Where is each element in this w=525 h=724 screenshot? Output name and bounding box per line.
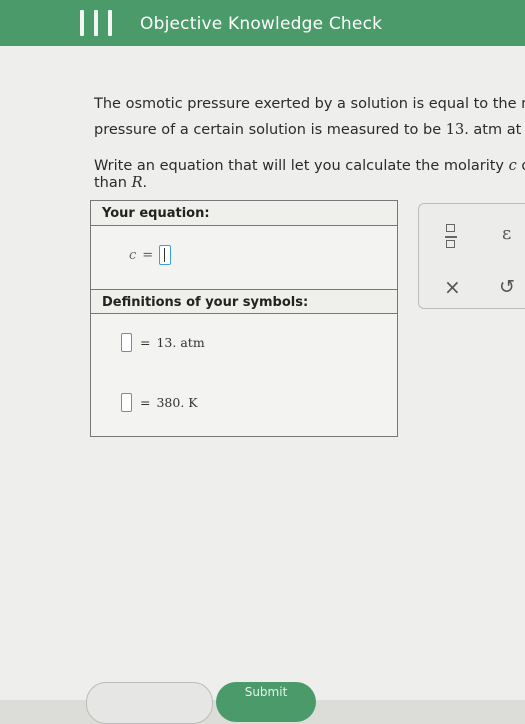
question-line-1: The osmotic pressure exerted by a soluti… <box>94 96 525 112</box>
definition-symbol-input[interactable] <box>121 393 132 412</box>
question-line-3: Write an equation that will let you calc… <box>94 158 525 174</box>
question-text: Write an equation that will let you calc… <box>94 158 509 174</box>
gas-constant-symbol: R <box>131 175 143 191</box>
equation-lhs: c <box>129 247 137 263</box>
clear-button[interactable]: × <box>444 275 461 299</box>
fraction-icon[interactable] <box>445 224 457 250</box>
question-line-4: than R. <box>94 175 147 191</box>
definition-value: 380. K <box>156 395 198 410</box>
question-text: atm at ar <box>473 122 525 138</box>
definition-row: = 13. atm <box>121 333 205 352</box>
top-bar: Objective Knowledge Check <box>0 0 525 46</box>
question-line-2: pressure of a certain solution is measur… <box>94 122 525 138</box>
question-text: of <box>517 158 525 174</box>
equation-line: c = <box>129 245 172 265</box>
definition-value: 13. atm <box>156 335 205 350</box>
math-toolbar: ε × ↺ <box>418 203 525 309</box>
question-text: . <box>142 175 148 191</box>
page-title: Objective Knowledge Check <box>140 14 383 34</box>
equation-panel: Your equation: c = Definitions of your s… <box>90 200 398 437</box>
definition-equals: = <box>140 395 151 410</box>
question-text: than <box>94 175 132 191</box>
molarity-symbol: c <box>508 158 517 174</box>
secondary-button[interactable] <box>86 682 213 724</box>
hamburger-menu-icon[interactable] <box>80 10 112 36</box>
definition-symbol-input[interactable] <box>121 333 132 352</box>
pressure-value: 13. <box>445 122 469 138</box>
definition-row: = 380. K <box>121 393 198 412</box>
epsilon-button[interactable]: ε <box>502 223 511 244</box>
question-text: pressure of a certain solution is measur… <box>94 122 446 138</box>
submit-button[interactable]: Submit <box>216 682 316 722</box>
equation-heading: Your equation: <box>91 201 397 226</box>
equation-input[interactable] <box>159 245 172 265</box>
definition-equals: = <box>140 335 151 350</box>
undo-icon[interactable]: ↺ <box>499 276 515 298</box>
definitions-heading: Definitions of your symbols: <box>91 289 397 314</box>
equation-equals: = <box>142 247 154 263</box>
